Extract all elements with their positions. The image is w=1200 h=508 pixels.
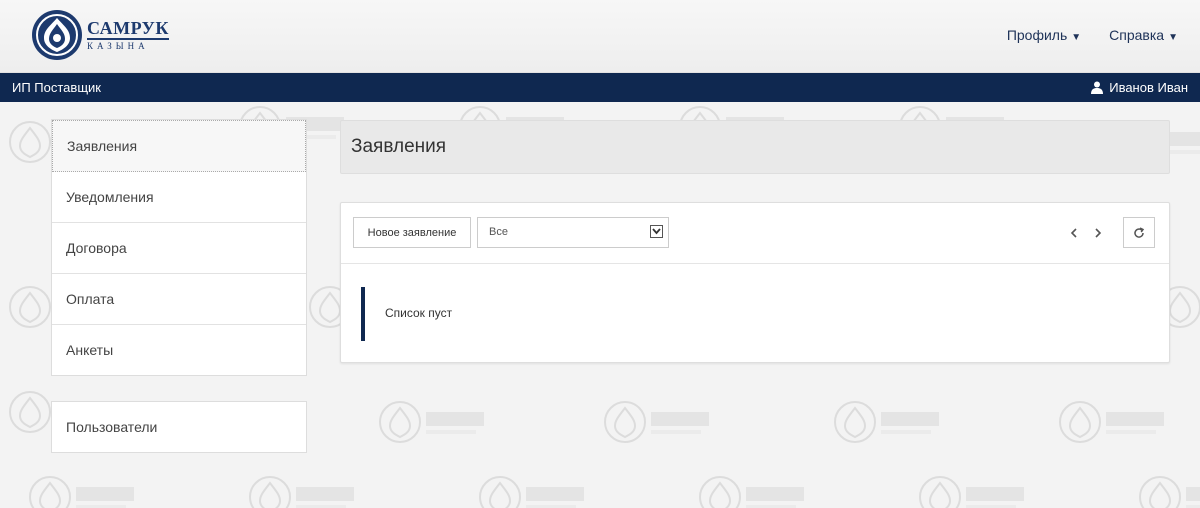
sidebar-item-users[interactable]: Пользователи [52,402,306,452]
sidebar-item-applications[interactable]: Заявления [52,120,306,172]
help-menu[interactable]: Справка ▼ [1109,27,1178,43]
refresh-icon [1134,226,1145,238]
user-icon [1091,81,1104,94]
list-body: Список пуст [341,264,1169,362]
profile-menu[interactable]: Профиль ▼ [1007,27,1081,43]
logo[interactable]: САМРУК КАЗЫНА [30,8,169,62]
sidebar-item-contracts[interactable]: Договора [52,223,306,274]
logo-emblem-icon [32,10,82,60]
next-page-button[interactable] [1086,217,1110,248]
sidebar-item-notifications[interactable]: Уведомления [52,172,306,223]
panel-toolbar: Новое заявление Все [341,203,1169,264]
chevron-right-icon [1095,227,1102,238]
refresh-button[interactable] [1123,217,1155,248]
sidebar-secondary-group: Пользователи [51,401,307,453]
empty-state-marker [361,287,365,341]
user-menu[interactable]: Иванов Иван [1091,80,1188,95]
sidebar-main-group: Заявления Уведомления Договора Оплата Ан… [51,119,307,376]
top-header: САМРУК КАЗЫНА Профиль ▼ Справка ▼ [0,0,1200,73]
chevron-left-icon [1070,227,1077,238]
top-menu: Профиль ▼ Справка ▼ [1007,27,1178,43]
profile-menu-label: Профиль [1006,27,1068,43]
main-content: Заявления Новое заявление Все Список пус… [340,120,1170,363]
status-filter-value: Все [489,226,508,238]
sidebar: Заявления Уведомления Договора Оплата Ан… [51,119,307,453]
status-filter-select[interactable]: Все [477,217,669,248]
caret-down-icon: ▼ [1071,32,1082,43]
applications-panel: Новое заявление Все Список пуст [340,202,1170,363]
page-title: Заявления [340,120,1170,174]
new-application-button[interactable]: Новое заявление [353,217,471,248]
help-menu-label: Справка [1109,27,1165,43]
previous-page-button[interactable] [1062,217,1086,248]
chevron-down-icon [650,225,663,238]
empty-state-text: Список пуст [385,306,453,320]
logo-subtitle: КАЗЫНА [87,40,149,51]
logo-name: САМРУК [87,17,169,40]
user-name: Иванов Иван [1109,80,1188,95]
sidebar-item-payment[interactable]: Оплата [52,274,306,325]
caret-down-icon: ▼ [1168,32,1178,43]
navbar-title[interactable]: ИП Поставщик [12,80,101,95]
navbar: ИП Поставщик Иванов Иван [0,73,1200,102]
sidebar-item-questionnaires[interactable]: Анкеты [52,325,306,375]
